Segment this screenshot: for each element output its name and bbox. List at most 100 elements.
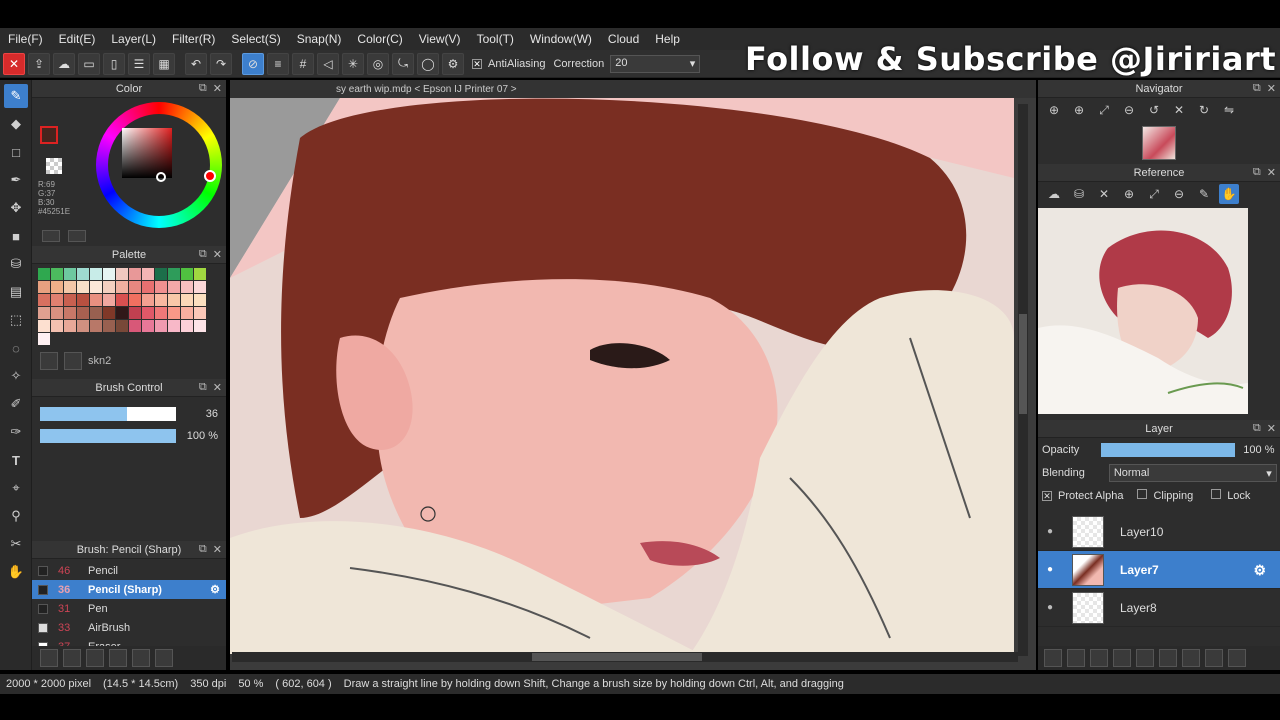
float-icon[interactable]: ⧉ bbox=[199, 82, 207, 95]
cloud-download-icon[interactable] bbox=[40, 649, 58, 667]
blending-select[interactable]: Normal ▾ bbox=[1108, 463, 1277, 482]
palette-swatch[interactable] bbox=[194, 294, 206, 306]
snap-circle-icon[interactable]: ◎ bbox=[367, 52, 389, 75]
palette-swatch[interactable] bbox=[168, 307, 180, 319]
share-icon[interactable]: ⇪ bbox=[28, 52, 50, 75]
palette-swatch[interactable] bbox=[64, 307, 76, 319]
palette-swatch[interactable] bbox=[64, 294, 76, 306]
close-icon[interactable]: ✕ bbox=[1267, 82, 1276, 95]
palette-swatch[interactable] bbox=[155, 307, 167, 319]
palette-swatch[interactable] bbox=[103, 320, 115, 332]
palette-swatch[interactable] bbox=[103, 307, 115, 319]
clear-layer-icon[interactable] bbox=[1205, 649, 1223, 667]
palette-swatch[interactable] bbox=[116, 307, 128, 319]
delete-palette-icon[interactable] bbox=[64, 352, 82, 370]
open-folder-icon[interactable]: ⛁ bbox=[1069, 184, 1089, 204]
float-icon[interactable]: ⧉ bbox=[199, 381, 207, 394]
palette-swatch[interactable] bbox=[168, 320, 180, 332]
move-tool-icon[interactable]: ✥ bbox=[4, 196, 28, 220]
palette-swatch[interactable] bbox=[129, 268, 141, 280]
rect-select-icon[interactable]: □ bbox=[4, 140, 28, 164]
reference-image[interactable] bbox=[1038, 208, 1248, 414]
folder-icon[interactable] bbox=[132, 649, 150, 667]
wheel-mode-icon[interactable] bbox=[42, 230, 60, 242]
snap-radial-icon[interactable]: ✳ bbox=[342, 52, 364, 75]
brush-item[interactable]: 33 AirBrush bbox=[32, 618, 226, 637]
menu-window[interactable]: Window(W) bbox=[522, 32, 600, 46]
palette-swatch[interactable] bbox=[90, 268, 102, 280]
artwork-canvas[interactable] bbox=[230, 98, 1014, 654]
lasso-tool-icon[interactable]: ◌ bbox=[4, 336, 28, 360]
canvas-area[interactable]: sy earth wip.mdp < Epson IJ Printer 07 > bbox=[230, 80, 1036, 670]
folder-icon[interactable] bbox=[1136, 649, 1154, 667]
palette-swatch[interactable] bbox=[38, 320, 50, 332]
duplicate-layer-icon[interactable] bbox=[1159, 649, 1177, 667]
reset-view-icon[interactable]: ✕ bbox=[1169, 100, 1189, 120]
palette-swatch[interactable] bbox=[155, 281, 167, 293]
redo-icon[interactable]: ↷ bbox=[210, 52, 232, 75]
select-tool-icon[interactable]: ⬚ bbox=[4, 308, 28, 332]
correction-select[interactable]: 20 ▾ bbox=[610, 54, 701, 73]
zoom-in-alt-icon[interactable]: ⊕ bbox=[1069, 100, 1089, 120]
menu-snap[interactable]: Snap(N) bbox=[289, 32, 350, 46]
bucket-tool-icon[interactable]: ⛁ bbox=[4, 252, 28, 276]
menu-layer[interactable]: Layer(L) bbox=[103, 32, 164, 46]
rotate-right-icon[interactable]: ↻ bbox=[1194, 100, 1214, 120]
zoom-out-icon[interactable]: ⊖ bbox=[1169, 184, 1189, 204]
sv-picker-handle[interactable] bbox=[156, 172, 166, 182]
palette-swatch[interactable] bbox=[51, 294, 63, 306]
select-eraser-icon[interactable]: ✑ bbox=[4, 420, 28, 444]
operation-tool-icon[interactable]: ⌖ bbox=[4, 476, 28, 500]
brush-item[interactable]: 31 Pen bbox=[32, 599, 226, 618]
close-icon[interactable]: ✕ bbox=[1267, 422, 1276, 435]
float-icon[interactable]: ⧉ bbox=[199, 543, 207, 556]
palette-swatch[interactable] bbox=[51, 281, 63, 293]
clipping-checkbox[interactable]: Clipping bbox=[1137, 489, 1193, 502]
menu-select[interactable]: Select(S) bbox=[223, 32, 288, 46]
close-icon[interactable]: ✕ bbox=[213, 543, 222, 556]
palette-swatch[interactable] bbox=[51, 268, 63, 280]
palette-swatch[interactable] bbox=[90, 320, 102, 332]
palette-swatch[interactable] bbox=[142, 307, 154, 319]
undo-icon[interactable]: ↶ bbox=[185, 52, 207, 75]
rotate-left-icon[interactable]: ↺ bbox=[1144, 100, 1164, 120]
float-icon[interactable]: ⧉ bbox=[1253, 422, 1261, 435]
snap-ellipse-icon[interactable]: ◯ bbox=[417, 52, 439, 75]
float-icon[interactable]: ⧉ bbox=[1253, 166, 1261, 179]
palette-swatch[interactable] bbox=[38, 281, 50, 293]
menu-help[interactable]: Help bbox=[647, 32, 688, 46]
palette-swatch[interactable] bbox=[116, 281, 128, 293]
eyedropper-icon[interactable]: ⚲ bbox=[4, 504, 28, 528]
visibility-icon[interactable]: ● bbox=[1040, 526, 1060, 537]
delete-layer-icon[interactable] bbox=[1228, 649, 1246, 667]
palette-swatch[interactable] bbox=[181, 294, 193, 306]
float-icon[interactable]: ⧉ bbox=[199, 248, 207, 261]
palette-swatch[interactable] bbox=[77, 281, 89, 293]
brush-item[interactable]: 46 Pencil bbox=[32, 561, 226, 580]
protect-alpha-checkbox[interactable]: ✕ Protect Alpha bbox=[1042, 490, 1123, 502]
text-tool-icon[interactable]: T bbox=[4, 448, 28, 472]
palette-swatch[interactable] bbox=[155, 294, 167, 306]
palette-swatch[interactable] bbox=[90, 281, 102, 293]
grid-icon[interactable]: ▦ bbox=[153, 52, 175, 75]
hand-icon[interactable]: ✋ bbox=[1219, 184, 1239, 204]
layer-opacity-slider[interactable] bbox=[1101, 442, 1236, 457]
saturation-value-square[interactable] bbox=[122, 128, 172, 178]
background-color-swatch[interactable] bbox=[46, 158, 62, 174]
palette-swatch[interactable] bbox=[116, 320, 128, 332]
close-icon[interactable]: ✕ bbox=[1267, 166, 1276, 179]
visibility-icon[interactable]: ● bbox=[1040, 602, 1060, 613]
palette-swatch[interactable] bbox=[116, 268, 128, 280]
menu-view[interactable]: View(V) bbox=[411, 32, 469, 46]
new-file-icon[interactable]: ▯ bbox=[103, 52, 125, 75]
list-icon[interactable]: ☰ bbox=[128, 52, 150, 75]
palette-swatch[interactable] bbox=[38, 268, 50, 280]
new-palette-icon[interactable] bbox=[40, 352, 58, 370]
palette-swatch[interactable] bbox=[38, 307, 50, 319]
fit-icon[interactable]: ⤢ bbox=[1094, 100, 1114, 120]
fit-icon[interactable]: ⤢ bbox=[1144, 184, 1164, 204]
palette-swatch[interactable] bbox=[116, 294, 128, 306]
brush-size-slider[interactable] bbox=[40, 407, 176, 421]
palette-swatch[interactable] bbox=[51, 307, 63, 319]
slider-mode-icon[interactable] bbox=[68, 230, 86, 242]
